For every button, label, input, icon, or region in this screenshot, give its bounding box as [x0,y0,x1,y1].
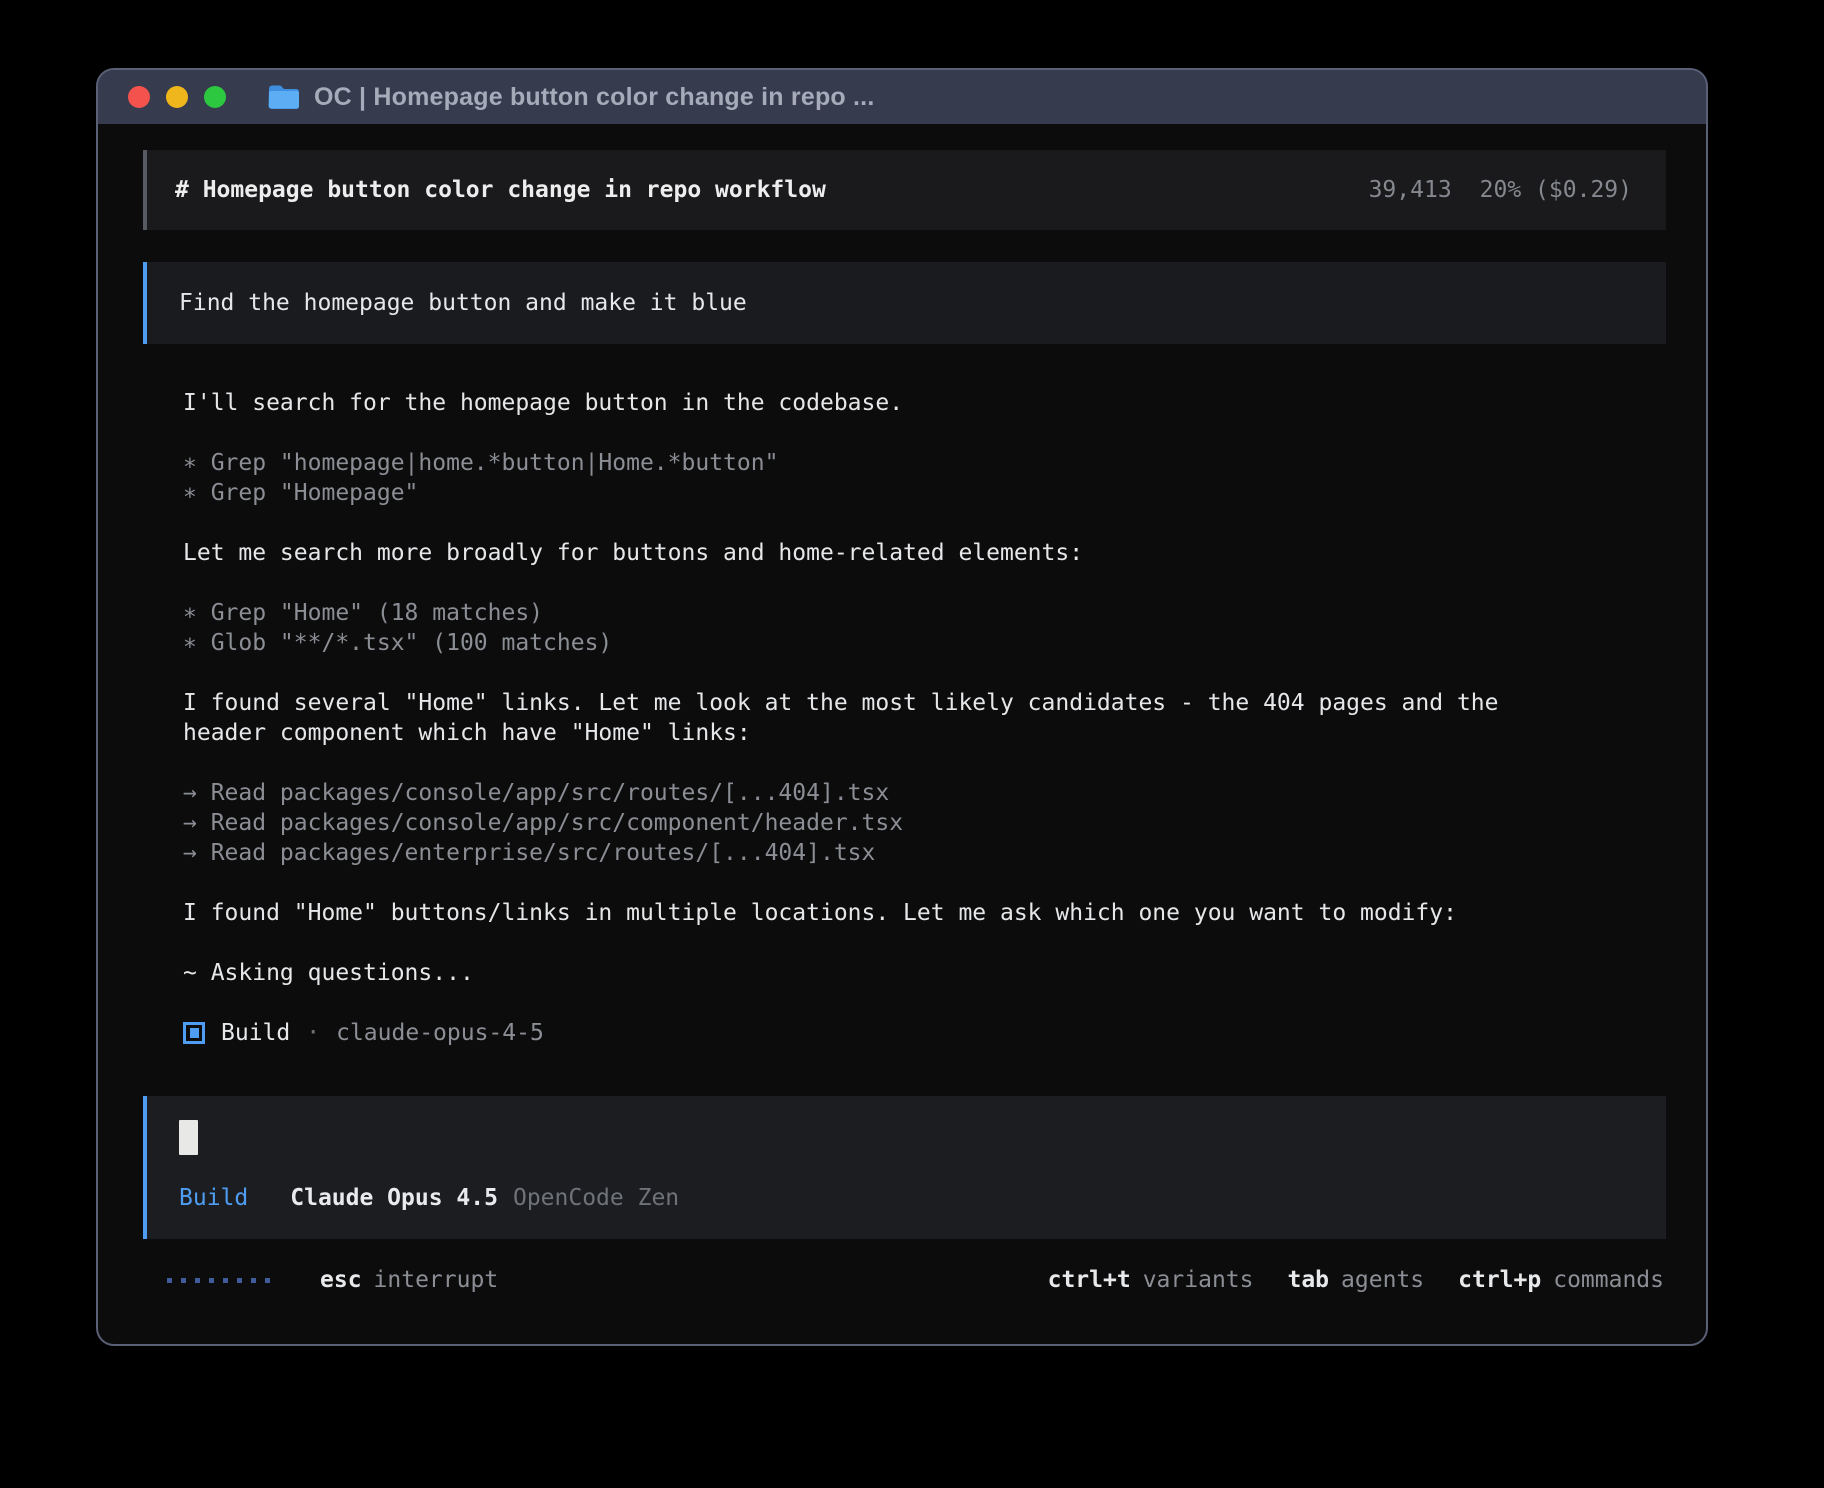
prompt-mode: Build [179,1183,248,1213]
interrupt-hint: esc interrupt [320,1265,498,1295]
assistant-text: I'll search for the homepage button in t… [183,388,1553,418]
agent-name: Build [221,1018,290,1048]
assistant-text: I found "Home" buttons/links in multiple… [183,898,1553,928]
tool-call-glob: ∗ Glob "**/*.tsx" (100 matches) [183,628,1553,658]
maximize-button[interactable] [204,86,226,108]
user-message-text: Find the homepage button and make it blu… [179,288,1549,318]
variants-hint: ctrl+t variants [1048,1265,1254,1295]
terminal-content: # Homepage button color change in repo w… [98,124,1706,1344]
text-cursor [179,1120,198,1155]
session-header: # Homepage button color change in repo w… [143,150,1666,230]
prompt-provider: OpenCode Zen [513,1183,679,1213]
window-title: OC | Homepage button color change in rep… [314,83,874,112]
minimize-button[interactable] [166,86,188,108]
activity-dots [167,1278,270,1283]
folder-icon [268,84,300,110]
assistant-text: I found several "Home" links. Let me loo… [183,688,1553,748]
token-count: 39,413 [1369,175,1452,205]
interrupt-label: interrupt [374,1265,499,1295]
assistant-transcript: I'll search for the homepage button in t… [143,388,1666,1048]
terminal-window: OC | Homepage button color change in rep… [96,68,1708,1346]
prompt-input[interactable]: Build Claude Opus 4.5 OpenCode Zen [143,1096,1666,1239]
agent-separator: · [306,1018,320,1048]
window-titlebar: OC | Homepage button color change in rep… [98,70,1706,124]
session-stats: 39,413 20% ($0.29) [1369,175,1632,205]
session-title: # Homepage button color change in repo w… [175,175,826,205]
agent-model: claude-opus-4-5 [336,1018,544,1048]
tool-call-read: → Read packages/console/app/src/routes/[… [183,778,1553,808]
tool-call-grep: ∗ Grep "Homepage" [183,478,1553,508]
status-bar: esc interrupt ctrl+t variants tab agents… [143,1265,1666,1295]
assistant-status: ~ Asking questions... [183,958,1553,988]
agent-row: Build · claude-opus-4-5 [183,1018,1666,1048]
tool-call-grep: ∗ Grep "Home" (18 matches) [183,598,1553,628]
prompt-meta: Build Claude Opus 4.5 OpenCode Zen [179,1183,1634,1213]
user-message: Find the homepage button and make it blu… [143,262,1666,344]
close-button[interactable] [128,86,150,108]
assistant-text: Let me search more broadly for buttons a… [183,538,1553,568]
tool-call-read: → Read packages/enterprise/src/routes/[.… [183,838,1553,868]
prompt-model: Claude Opus 4.5 [290,1183,498,1213]
context-usage: 20% ($0.29) [1480,175,1632,205]
tool-call-read: → Read packages/console/app/src/componen… [183,808,1553,838]
agents-hint: tab agents [1287,1265,1424,1295]
interrupt-key: esc [320,1265,362,1295]
build-agent-icon [183,1022,205,1044]
tool-call-grep: ∗ Grep "homepage|home.*button|Home.*butt… [183,448,1553,478]
traffic-lights [128,86,226,108]
commands-hint: ctrl+p commands [1458,1265,1664,1295]
shortcut-hints: ctrl+t variants tab agents ctrl+p comman… [1048,1265,1664,1295]
